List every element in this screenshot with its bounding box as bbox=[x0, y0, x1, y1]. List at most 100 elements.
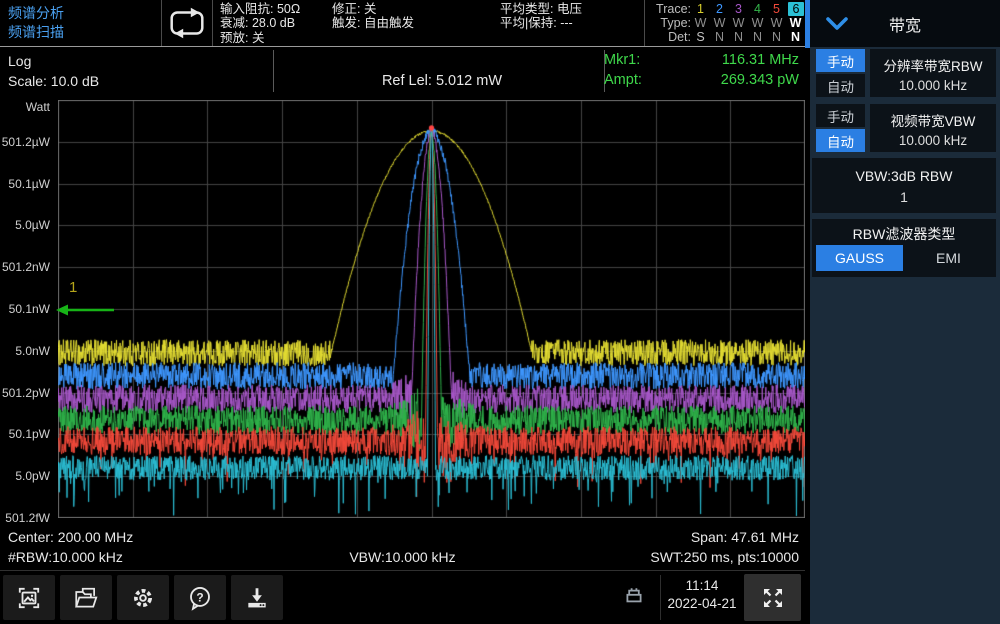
type-row-label: Type: bbox=[645, 16, 691, 30]
filter-gauss-button[interactable]: GAUSS bbox=[816, 245, 903, 271]
spectrum-display[interactable] bbox=[58, 100, 805, 518]
marker-1-number: 1 bbox=[69, 279, 77, 296]
correction: 修正: 关 bbox=[332, 2, 495, 16]
vbw-manual-button[interactable]: 手动 bbox=[816, 104, 865, 127]
y-axis-tick-label: 50.1pW bbox=[0, 427, 50, 441]
mode-title[interactable]: 频谱分析 频谱扫描 bbox=[0, 0, 162, 46]
bottom-toolbar: ? 11:14 2022-04-21 bbox=[0, 570, 805, 624]
trace-5-detector: N bbox=[767, 30, 786, 44]
average-hold: 平均|保持: --- bbox=[500, 16, 644, 30]
center-frequency-label: Center: 200.00 MHz bbox=[8, 529, 133, 545]
trace-4-detector: N bbox=[748, 30, 767, 44]
fullscreen-button[interactable] bbox=[744, 574, 801, 621]
file-button[interactable] bbox=[60, 575, 112, 620]
y-axis-tick-label: 50.1µW bbox=[0, 177, 50, 191]
svg-text:?: ? bbox=[196, 590, 203, 604]
amplitude-readout-bar: Log Scale: 10.0 dB Ref Lel: 5.012 mW Mkr… bbox=[0, 48, 805, 95]
rbw-filter-label: RBW滤波器类型 bbox=[812, 224, 996, 244]
trace-6-detector: N bbox=[786, 30, 805, 44]
save-download-icon bbox=[244, 585, 270, 611]
settings-button[interactable] bbox=[117, 575, 169, 620]
usb-device-icon bbox=[622, 584, 646, 608]
rbw-auto-button[interactable]: 自动 bbox=[816, 74, 865, 97]
trace-number-row: Trace: 1 2 3 4 5 6 bbox=[645, 2, 805, 16]
rbw-manual-button[interactable]: 手动 bbox=[816, 49, 865, 72]
marker-offscreen-arrow-icon bbox=[56, 302, 116, 318]
spectrum-analyzer-app: 频谱分析 频谱扫描 输入阻抗: 50Ω 衰减: 28.0 dB 预放: 关 修正… bbox=[0, 0, 1000, 624]
chevron-down-icon bbox=[825, 15, 849, 33]
trace-4-type: W bbox=[748, 16, 767, 30]
input-impedance: 输入阻抗: 50Ω bbox=[220, 2, 325, 16]
trace-table: Trace: 1 2 3 4 5 6 Type: W W W W W W Det… bbox=[645, 0, 805, 46]
rbw-value-box[interactable]: 分辨率带宽RBW 10.000 kHz bbox=[870, 49, 996, 97]
trace-canvas[interactable] bbox=[58, 100, 805, 518]
correction-trigger: 修正: 关 触发: 自由触发 bbox=[325, 0, 495, 46]
marker-amplitude-value: 269.343 pW bbox=[721, 72, 799, 88]
bandwidth-menu-panel: 带宽 手动 自动 分辨率带宽RBW 10.000 kHz 手动 自动 视频带宽V… bbox=[810, 0, 1000, 624]
save-button[interactable] bbox=[231, 575, 283, 620]
y-axis-tick-label: Watt bbox=[0, 100, 50, 114]
clock-time: 11:14 bbox=[662, 577, 742, 595]
trace-1-detector: S bbox=[691, 30, 710, 44]
attenuation: 衰减: 28.0 dB bbox=[220, 16, 325, 30]
span-label: Span: 47.61 MHz bbox=[691, 529, 799, 545]
trace-5-type: W bbox=[767, 16, 786, 30]
marker-frequency-readout: Mkr1: 116.31 MHz bbox=[604, 52, 799, 68]
swt-label: SWT:250 ms, pts:10000 bbox=[650, 549, 799, 565]
trace-2-detector: N bbox=[710, 30, 729, 44]
mode-title-line1: 频谱分析 bbox=[8, 4, 161, 23]
y-axis-tick-label: 5.0pW bbox=[0, 469, 50, 483]
y-axis-tick-label: 50.1nW bbox=[0, 302, 50, 316]
trace-detector-row: Det: S N N N N N bbox=[645, 30, 805, 44]
clock[interactable]: 11:14 2022-04-21 bbox=[662, 577, 742, 613]
filter-emi-button[interactable]: EMI bbox=[905, 245, 992, 271]
det-row-label: Det: bbox=[645, 30, 691, 44]
vbw-menu-item: 手动 自动 视频带宽VBW 10.000 kHz bbox=[812, 104, 998, 152]
trigger: 触发: 自由触发 bbox=[332, 16, 495, 30]
trace-2-number[interactable]: 2 bbox=[710, 2, 729, 16]
vbw-value: 10.000 kHz bbox=[870, 133, 996, 148]
panel-header[interactable]: 带宽 bbox=[810, 0, 1000, 47]
trace-3-number[interactable]: 3 bbox=[729, 2, 748, 16]
screenshot-button[interactable] bbox=[3, 575, 55, 620]
trace-3-type: W bbox=[729, 16, 748, 30]
y-axis-tick-label: 501.2fW bbox=[0, 511, 50, 525]
help-button[interactable]: ? bbox=[174, 575, 226, 620]
usb-status bbox=[622, 584, 646, 613]
fullscreen-expand-icon bbox=[760, 585, 786, 611]
mode-title-line2: 频谱扫描 bbox=[8, 23, 161, 42]
gear-icon bbox=[130, 585, 156, 611]
ref-level-label: Ref Lel: 5.012 mW bbox=[280, 73, 604, 89]
divider bbox=[660, 575, 661, 620]
continuous-sweep-button[interactable] bbox=[162, 0, 213, 46]
trace-1-number[interactable]: 1 bbox=[691, 2, 710, 16]
trace-6-number-active[interactable]: 6 bbox=[788, 2, 804, 16]
top-status-bar: 频谱分析 频谱扫描 输入阻抗: 50Ω 衰减: 28.0 dB 预放: 关 修正… bbox=[0, 0, 805, 47]
trace-6-type: W bbox=[786, 16, 805, 30]
marker-label: Mkr1: bbox=[604, 52, 640, 68]
vbw-ratio-menu-item: VBW:3dB RBW 1 bbox=[812, 158, 998, 213]
marker-amplitude-readout: Ampt: 269.343 pW bbox=[604, 72, 799, 88]
loop-sweep-icon bbox=[165, 6, 209, 40]
trace-3-detector: N bbox=[729, 30, 748, 44]
average-settings: 平均类型: 电压 平均|保持: --- bbox=[495, 0, 645, 46]
rbw-label: 分辨率带宽RBW bbox=[870, 55, 996, 75]
y-axis-tick-label: 5.0µW bbox=[0, 218, 50, 232]
vbw-label: 视频带宽VBW bbox=[870, 110, 996, 130]
y-axis-tick-label: 501.2pW bbox=[0, 386, 50, 400]
preamp: 预放: 关 bbox=[220, 31, 325, 45]
rbw-filter-menu-item: RBW滤波器类型 GAUSS EMI bbox=[812, 219, 998, 277]
y-axis-tick-label: 5.0nW bbox=[0, 344, 50, 358]
y-axis-tick-label: 501.2µW bbox=[0, 135, 50, 149]
clock-date: 2022-04-21 bbox=[662, 595, 742, 613]
vbw-ratio-box[interactable]: VBW:3dB RBW 1 bbox=[812, 158, 996, 213]
trace-5-number[interactable]: 5 bbox=[767, 2, 786, 16]
sweep-info-bar: Center: 200.00 MHz Span: 47.61 MHz #RBW:… bbox=[0, 526, 805, 570]
trace-type-row: Type: W W W W W W bbox=[645, 16, 805, 30]
vbw-ratio-value: 1 bbox=[812, 189, 996, 205]
vbw-value-box[interactable]: 视频带宽VBW 10.000 kHz bbox=[870, 104, 996, 152]
vbw-auto-button[interactable]: 自动 bbox=[816, 129, 865, 152]
help-icon: ? bbox=[187, 585, 213, 611]
trace-4-number[interactable]: 4 bbox=[748, 2, 767, 16]
ampt-label: Ampt: bbox=[604, 72, 642, 88]
